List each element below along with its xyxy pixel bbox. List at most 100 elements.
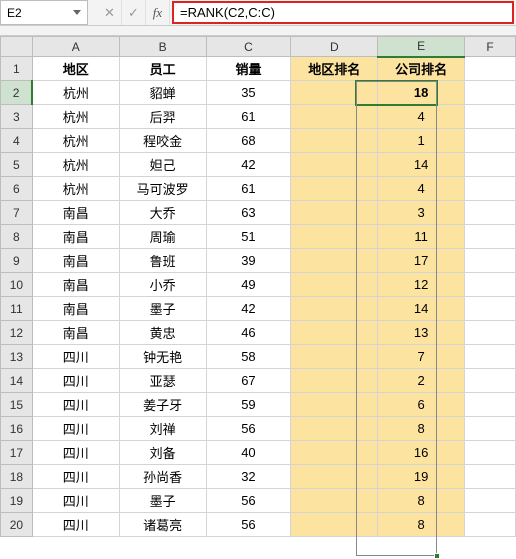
cell[interactable]: 妲己 xyxy=(119,153,206,177)
cell[interactable] xyxy=(465,513,516,537)
cell[interactable]: 4 xyxy=(378,105,465,129)
cell[interactable]: 61 xyxy=(206,105,291,129)
cell[interactable]: 大乔 xyxy=(119,201,206,225)
cell[interactable]: 51 xyxy=(206,225,291,249)
row-header[interactable]: 8 xyxy=(1,225,33,249)
cell[interactable] xyxy=(465,153,516,177)
col-header-D[interactable]: D xyxy=(291,37,378,57)
cell[interactable] xyxy=(465,393,516,417)
cell[interactable]: 杭州 xyxy=(32,153,119,177)
cell[interactable] xyxy=(465,297,516,321)
cell[interactable]: 14 xyxy=(378,153,465,177)
cell[interactable] xyxy=(291,441,378,465)
cell[interactable]: 13 xyxy=(378,321,465,345)
cell[interactable]: 杭州 xyxy=(32,105,119,129)
row-header[interactable]: 1 xyxy=(1,57,33,81)
cell[interactable]: 8 xyxy=(378,489,465,513)
cell[interactable]: 貂蝉 xyxy=(119,81,206,105)
cell[interactable] xyxy=(291,369,378,393)
cell[interactable] xyxy=(465,225,516,249)
cell[interactable]: 鲁班 xyxy=(119,249,206,273)
cell[interactable]: 8 xyxy=(378,513,465,537)
col-header-E[interactable]: E xyxy=(378,37,465,57)
cell[interactable] xyxy=(465,81,516,105)
cell[interactable]: 56 xyxy=(206,513,291,537)
cell[interactable]: 四川 xyxy=(32,417,119,441)
fill-handle[interactable] xyxy=(434,553,440,559)
cell[interactable] xyxy=(465,129,516,153)
row-header[interactable]: 10 xyxy=(1,273,33,297)
cell[interactable] xyxy=(465,105,516,129)
row-header[interactable]: 18 xyxy=(1,465,33,489)
cell[interactable] xyxy=(465,177,516,201)
cell[interactable] xyxy=(465,465,516,489)
cell[interactable] xyxy=(291,465,378,489)
cell[interactable]: 南昌 xyxy=(32,225,119,249)
cell[interactable]: 刘禅 xyxy=(119,417,206,441)
cell[interactable]: 销量 xyxy=(206,57,291,81)
cell[interactable]: 程咬金 xyxy=(119,129,206,153)
cell[interactable]: 68 xyxy=(206,129,291,153)
cell[interactable] xyxy=(291,297,378,321)
row-header[interactable]: 9 xyxy=(1,249,33,273)
cell[interactable]: 孙尚香 xyxy=(119,465,206,489)
cell[interactable]: 地区 xyxy=(32,57,119,81)
cell[interactable]: 黄忠 xyxy=(119,321,206,345)
cell[interactable]: 南昌 xyxy=(32,249,119,273)
cell[interactable]: 3 xyxy=(378,201,465,225)
cell[interactable]: 四川 xyxy=(32,369,119,393)
name-box[interactable]: E2 xyxy=(0,0,88,25)
cell[interactable]: 公司排名 xyxy=(378,57,465,81)
cell[interactable]: 14 xyxy=(378,297,465,321)
cell[interactable]: 4 xyxy=(378,177,465,201)
cell[interactable]: 四川 xyxy=(32,441,119,465)
col-header-F[interactable]: F xyxy=(465,37,516,57)
row-header[interactable]: 4 xyxy=(1,129,33,153)
cell[interactable]: 南昌 xyxy=(32,273,119,297)
col-header-B[interactable]: B xyxy=(119,37,206,57)
row-header[interactable]: 6 xyxy=(1,177,33,201)
cell[interactable]: 1 xyxy=(378,129,465,153)
cell[interactable] xyxy=(291,249,378,273)
cell[interactable]: 18 xyxy=(378,81,465,105)
row-header[interactable]: 19 xyxy=(1,489,33,513)
col-header-C[interactable]: C xyxy=(206,37,291,57)
cell[interactable]: 61 xyxy=(206,177,291,201)
cell[interactable] xyxy=(291,513,378,537)
cell[interactable]: 42 xyxy=(206,153,291,177)
cell[interactable]: 46 xyxy=(206,321,291,345)
cell[interactable]: 诸葛亮 xyxy=(119,513,206,537)
row-header[interactable]: 16 xyxy=(1,417,33,441)
cell[interactable] xyxy=(291,81,378,105)
cell[interactable]: 四川 xyxy=(32,345,119,369)
cell[interactable]: 四川 xyxy=(32,393,119,417)
cell[interactable] xyxy=(291,177,378,201)
cell[interactable]: 32 xyxy=(206,465,291,489)
cell[interactable] xyxy=(291,105,378,129)
cell[interactable]: 39 xyxy=(206,249,291,273)
cell[interactable]: 63 xyxy=(206,201,291,225)
cell[interactable] xyxy=(465,441,516,465)
cell[interactable]: 小乔 xyxy=(119,273,206,297)
cell[interactable] xyxy=(465,57,516,81)
chevron-down-icon[interactable] xyxy=(73,10,81,15)
row-header[interactable]: 11 xyxy=(1,297,33,321)
row-header[interactable]: 17 xyxy=(1,441,33,465)
cell[interactable]: 四川 xyxy=(32,465,119,489)
row-header[interactable]: 13 xyxy=(1,345,33,369)
cell[interactable] xyxy=(465,489,516,513)
cell[interactable]: 钟无艳 xyxy=(119,345,206,369)
cell[interactable] xyxy=(465,273,516,297)
cell[interactable] xyxy=(291,393,378,417)
cell[interactable] xyxy=(465,249,516,273)
row-header[interactable]: 7 xyxy=(1,201,33,225)
cell[interactable]: 2 xyxy=(378,369,465,393)
cell[interactable]: 亚瑟 xyxy=(119,369,206,393)
row-header[interactable]: 20 xyxy=(1,513,33,537)
cell[interactable]: 40 xyxy=(206,441,291,465)
cell[interactable]: 墨子 xyxy=(119,489,206,513)
cell[interactable]: 56 xyxy=(206,489,291,513)
row-header[interactable]: 15 xyxy=(1,393,33,417)
cell[interactable]: 杭州 xyxy=(32,81,119,105)
row-header[interactable]: 2 xyxy=(1,81,33,105)
